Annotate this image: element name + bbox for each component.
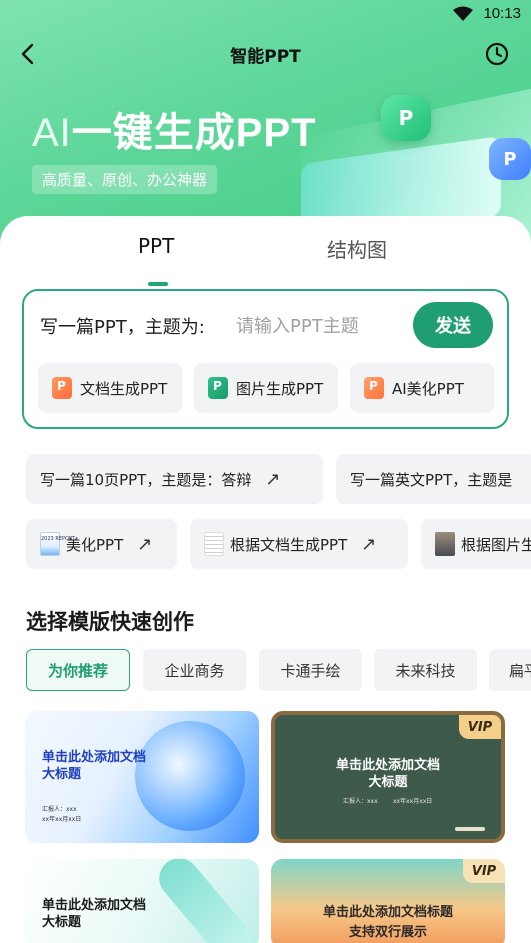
suggestion-label: 根据图片生 [461, 535, 531, 554]
ai-beautify-icon [364, 377, 384, 399]
ai-beautify-ppt-button[interactable]: AI美化PPT [350, 363, 494, 413]
mode-label: 文档生成PPT [80, 379, 168, 398]
topic-input[interactable] [236, 311, 406, 341]
prompt-card: 写一篇PPT，主题为: 发送 文档生成PPT 图片生成PPT AI美化PPT [22, 289, 509, 429]
tab-structure-diagram[interactable]: 结构图 [327, 234, 387, 263]
report-thumbnail: 2023 REPORT [40, 532, 75, 556]
image-to-ppt-button[interactable]: 图片生成PPT [194, 363, 338, 413]
template-meta: 汇报人：xxx [42, 806, 77, 813]
wifi-icon [453, 6, 473, 21]
template-meta: xx年xx月xx日 [393, 798, 433, 805]
template-meta: xx年xx月xx日 [42, 816, 82, 823]
suggestion-label: 写一篇英文PPT，主题是 [350, 470, 513, 489]
arrow-up-right-icon: ↗ [265, 468, 281, 490]
template-title: 单击此处添加文档 大标题 [42, 898, 147, 930]
suggestion-chip[interactable]: 写一篇英文PPT，主题是 [336, 454, 531, 504]
document-thumbnail [204, 532, 224, 556]
template-title: 单击此处添加文档 大标题 [42, 750, 147, 782]
arrow-up-right-icon: ↗ [361, 533, 377, 555]
status-time: 10:13 [483, 5, 521, 22]
template-card[interactable]: 单击此处添加文档标题 支持双行展示 VIP [271, 859, 505, 943]
template-meta: 汇报人：xxx [343, 798, 378, 805]
page-title: 智能PPT [230, 47, 301, 67]
status-bar: 10:13 [0, 0, 531, 30]
category-tech[interactable]: 未来科技 [374, 649, 477, 691]
category-recommended[interactable]: 为你推荐 [26, 649, 130, 691]
suggestion-label: 根据文档生成PPT [230, 535, 348, 554]
hero-title: AI一键生成PPT [32, 111, 317, 155]
template-title: 单击此处添加文档标题 支持双行展示 [322, 905, 453, 940]
history-clock-icon[interactable] [483, 40, 511, 68]
arrow-up-right-icon: ↗ [137, 533, 153, 555]
suggestion-chip[interactable]: 写一篇10页PPT，主题是：答辩 ↗ [26, 454, 323, 504]
template-card[interactable]: 单击此处添加文档 大标题 [25, 859, 259, 943]
doc-to-ppt-button[interactable]: 文档生成PPT [38, 363, 182, 413]
image-ppt-icon [208, 377, 228, 399]
chalk-decoration [455, 827, 485, 831]
hero-subtitle: 高质量、原创、办公神器 [32, 165, 218, 194]
share-badge-icon: P [489, 138, 531, 180]
vip-badge: VIP [459, 715, 501, 739]
image-to-ppt-chip[interactable]: 根据图片生 [421, 519, 531, 569]
tab-active-indicator [148, 282, 168, 286]
template-card[interactable]: 单击此处添加文档 大标题 汇报人：xxx xx年xx月xx日 [25, 711, 259, 843]
beautify-ppt-chip[interactable]: 2023 REPORT 美化PPT ↗ [26, 519, 177, 569]
main-sheet: PPT 结构图 写一篇PPT，主题为: 发送 文档生成PPT 图片生成PPT A… [0, 216, 531, 943]
prompt-prefix: 写一篇PPT，主题为: [40, 317, 205, 338]
template-decoration [151, 859, 259, 943]
category-flat[interactable]: 扁平 [489, 649, 531, 691]
doc-to-ppt-chip[interactable]: 根据文档生成PPT ↗ [190, 519, 408, 569]
mode-label: 图片生成PPT [236, 379, 324, 398]
doc-ppt-icon [52, 377, 72, 399]
suggestion-label: 美化PPT [66, 535, 124, 554]
tab-ppt[interactable]: PPT [138, 234, 174, 258]
template-decoration [135, 721, 245, 831]
tab-bar: PPT 结构图 [0, 234, 531, 286]
ppt-badge-icon: P [381, 95, 431, 141]
suggestion-label: 写一篇10页PPT，主题是：答辩 [40, 470, 252, 489]
category-cartoon[interactable]: 卡通手绘 [259, 649, 362, 691]
template-card[interactable]: 单击此处添加文档 大标题 汇报人：xxx xx年xx月xx日 VIP [271, 711, 505, 843]
send-button[interactable]: 发送 [413, 302, 493, 348]
photo-thumbnail [435, 532, 455, 556]
section-title: 选择模版快速创作 [26, 610, 194, 634]
template-title: 单击此处添加文档 大标题 [335, 758, 440, 790]
mode-label: AI美化PPT [392, 379, 464, 398]
category-business[interactable]: 企业商务 [143, 649, 246, 691]
nav-bar: 智能PPT [0, 34, 531, 74]
vip-badge: VIP [463, 859, 505, 883]
